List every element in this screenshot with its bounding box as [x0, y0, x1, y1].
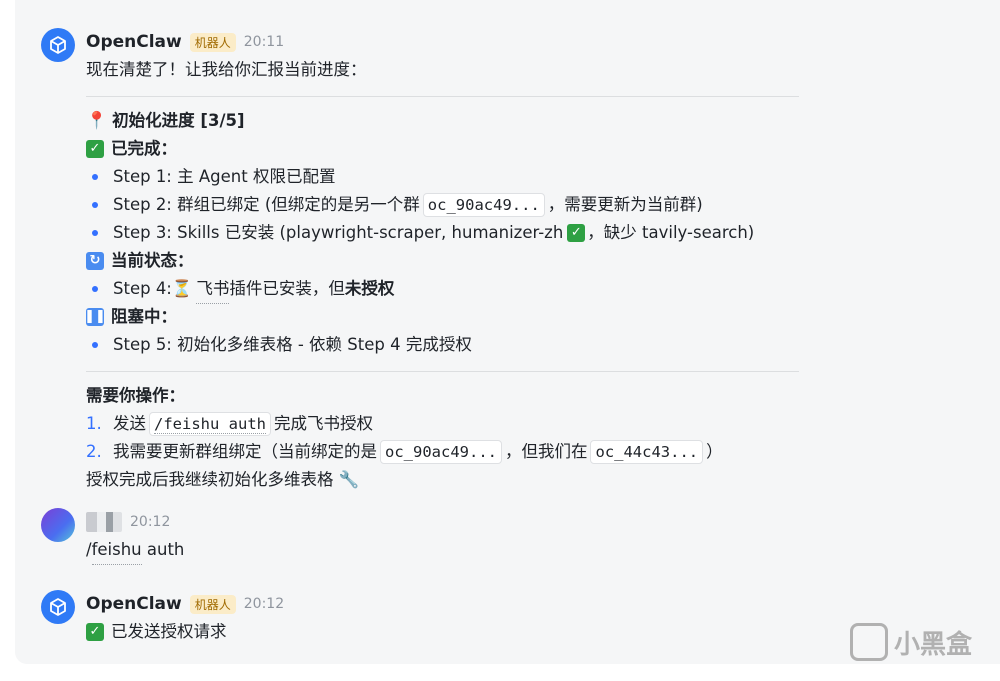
- message-header: OpenClaw 机器人 20:12: [86, 590, 284, 618]
- inline-code: /feishu auth: [149, 412, 271, 436]
- message-body: 现在清楚了！让我给你汇报当前进度： 📍 初始化进度 [3/5] ✓ 已完成： S…: [84, 56, 799, 494]
- pause-icon: ❚❚: [84, 308, 106, 326]
- inline-code: oc_90ac49...: [380, 440, 502, 464]
- blocked-heading: ❚❚ 阻塞中：: [84, 307, 177, 326]
- message-header: OpenClaw 机器人 20:11: [86, 28, 284, 56]
- list-item-step2: Step 2: 群组已绑定 (但绑定的是另一个群 oc_90ac49... ，需…: [86, 191, 799, 219]
- divider: [86, 371, 799, 372]
- action-heading: 需要你操作：: [86, 386, 185, 405]
- timestamp: 20:12: [243, 596, 285, 612]
- check-icon: ✓: [567, 224, 586, 242]
- check-icon: ✓: [86, 140, 104, 158]
- sender-name-redacted[interactable]: [86, 512, 122, 532]
- inline-code: oc_90ac49...: [422, 193, 545, 217]
- sync-icon: ↻: [86, 252, 104, 270]
- message-header: 20:12: [86, 508, 170, 536]
- openclaw-avatar[interactable]: [41, 28, 75, 62]
- list-item-step1: Step 1: 主 Agent 权限已配置: [86, 163, 799, 191]
- intro-text: 现在清楚了！让我给你汇报当前进度：: [86, 60, 367, 79]
- watermark-logo-icon: [849, 623, 888, 661]
- action-item-2: 2. 我需要更新群组绑定（当前绑定的是 oc_90ac49... ，但我们在 o…: [86, 438, 799, 466]
- user-avatar[interactable]: [41, 508, 75, 542]
- action-item-1: 1. 发送 /feishu auth 完成飞书授权: [86, 410, 799, 438]
- progress-title: 📍 初始化进度 [3/5]: [86, 111, 245, 131]
- watermark: 小黑盒: [849, 623, 972, 661]
- list-item-step3: Step 3: Skills 已安装 (playwright-scraper, …: [86, 219, 799, 247]
- closing-text: 授权完成后我继续初始化多维表格 🔧: [86, 470, 360, 489]
- list-item-step5: Step 5: 初始化多维表格 - 依赖 Step 4 完成授权: [86, 331, 799, 359]
- sender-name[interactable]: OpenClaw: [86, 32, 182, 52]
- openclaw-avatar[interactable]: [41, 590, 75, 624]
- check-icon: ✓: [86, 623, 104, 641]
- message-body: ✓ 已发送授权请求: [86, 618, 227, 646]
- current-heading: ↻ 当前状态：: [86, 247, 799, 275]
- cube-avatar-icon: [50, 36, 66, 54]
- hourglass-icon: ⏳: [171, 279, 193, 298]
- user-text: / feishu auth: [86, 536, 184, 565]
- divider: [86, 96, 799, 97]
- list-item-step4: Step 4: ⏳ 飞书 插件已安装，但 未授权: [86, 275, 799, 304]
- feishu-link[interactable]: feishu: [91, 536, 142, 565]
- timestamp: 20:12: [130, 514, 171, 530]
- feishu-link[interactable]: 飞书: [196, 275, 230, 304]
- pin-icon: 📍: [86, 111, 108, 131]
- sent-text: ✓ 已发送授权请求: [86, 618, 227, 646]
- cube-avatar-icon: [50, 598, 66, 616]
- bot-badge: 机器人: [189, 32, 236, 52]
- bot-badge: 机器人: [189, 594, 236, 614]
- message-body: / feishu auth: [86, 536, 184, 565]
- sender-name[interactable]: OpenClaw: [86, 594, 182, 614]
- done-heading: ✓ 已完成：: [86, 135, 799, 163]
- timestamp: 20:11: [243, 34, 285, 50]
- inline-code: oc_44c43...: [590, 440, 704, 464]
